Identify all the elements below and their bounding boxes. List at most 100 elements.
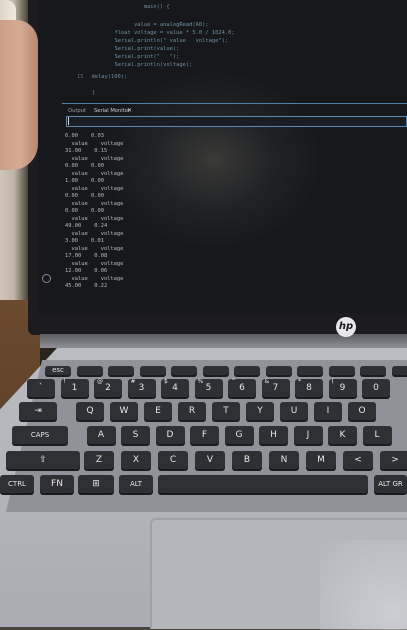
key[interactable] [203,366,229,375]
serial-line: 0.00 0.00 [65,163,104,169]
key[interactable]: 4$ [161,379,189,397]
key[interactable]: X [121,451,151,469]
key[interactable]: > [380,451,407,469]
key[interactable]: 7& [262,379,290,397]
key[interactable]: K [328,426,357,444]
serial-line: value voltage [65,186,123,192]
key[interactable]: F [190,426,219,444]
key[interactable]: T [212,402,240,420]
key[interactable]: 6^ [228,379,256,397]
key[interactable]: ALT GR [374,475,407,493]
key[interactable]: FN [40,475,74,493]
settings-icon[interactable] [42,274,51,283]
laptop-hinge [40,334,407,348]
key[interactable]: 9( [329,379,357,397]
key[interactable] [171,366,197,375]
key[interactable]: ⇥ [19,402,57,420]
key[interactable]: S [121,426,150,444]
key[interactable]: M [306,451,336,469]
key[interactable]: 5% [195,379,223,397]
key[interactable]: ALT [119,475,153,493]
key-label: 8 [306,383,312,393]
key-label: T [223,406,229,416]
serial-line: value voltage [65,216,123,222]
key-label: > [391,455,399,465]
key[interactable]: esc [45,366,71,375]
key-label: B [244,455,250,465]
key[interactable]: D [156,426,185,444]
key[interactable]: O [348,402,376,420]
panel-divider [62,103,407,104]
key[interactable] [108,366,134,375]
key[interactable] [140,366,166,375]
key[interactable]: J [294,426,323,444]
key-label: G [236,430,243,440]
serial-line: value voltage [65,276,123,282]
code-line: Serial.print(value); [108,46,179,52]
key[interactable]: Z [84,451,114,469]
key[interactable] [234,366,260,375]
key[interactable]: ⇧ [6,451,80,469]
key-label: 3 [139,383,145,393]
key-shift-label: # [131,378,136,386]
hp-logo: hp [336,317,356,337]
key[interactable]: R [178,402,206,420]
key-label: M [317,455,325,465]
key[interactable] [77,366,103,375]
key[interactable]: Q [76,402,104,420]
key[interactable]: A [87,426,116,444]
key[interactable] [360,366,386,375]
key[interactable]: CAPS [12,426,68,444]
key[interactable]: 3# [128,379,156,397]
key[interactable]: V [195,451,225,469]
key-label: R [189,406,195,416]
serial-line: value voltage [65,246,123,252]
serial-line: 6.00 0.03 [65,133,104,139]
serial-line: 31.00 0.15 [65,148,107,154]
key-label: ALT [130,480,142,488]
key[interactable]: G [225,426,254,444]
key[interactable] [297,366,323,375]
key[interactable] [158,475,368,493]
key[interactable]: Y [246,402,274,420]
serial-line: 17.00 0.08 [65,253,107,259]
key[interactable]: ` [27,379,55,397]
key-label: 0 [373,383,379,393]
key-label: 2 [105,383,111,393]
key-label: ⇥ [34,406,42,416]
key[interactable]: 0 [362,379,390,397]
laptop-screen: main() { value = analogRead(A0); float v… [38,0,407,313]
key[interactable] [329,366,355,375]
key[interactable]: B [232,451,262,469]
key-label: Y [257,406,263,416]
key[interactable]: L [363,426,392,444]
key[interactable]: C [158,451,188,469]
key-shift-label: $ [164,378,168,386]
serial-input[interactable] [66,116,407,127]
key[interactable]: 1! [61,379,89,397]
key-label: ` [39,383,44,393]
tab-serial-monitor[interactable]: Serial Monitor [94,108,130,114]
key-label: O [358,406,365,416]
key[interactable]: U [280,402,308,420]
key[interactable]: ⊞ [78,475,114,493]
key-label: A [98,430,104,440]
key[interactable]: < [343,451,373,469]
key[interactable]: W [110,402,138,420]
close-icon[interactable]: ✕ [127,107,132,114]
code-line: Serial.print(" "); [108,54,179,60]
key[interactable]: I [314,402,342,420]
key-label: CAPS [31,431,49,439]
key[interactable]: 2@ [94,379,122,397]
serial-line: 0.00 0.00 [65,193,104,199]
code-line: main() { [108,4,170,10]
key[interactable]: E [144,402,172,420]
key[interactable]: N [269,451,299,469]
key[interactable]: CTRL [0,475,34,493]
key-label: ⇧ [39,455,47,465]
tab-output[interactable]: Output [68,108,86,114]
key[interactable] [266,366,292,375]
key[interactable] [392,366,407,375]
key[interactable]: 8* [295,379,323,397]
key[interactable]: H [259,426,288,444]
